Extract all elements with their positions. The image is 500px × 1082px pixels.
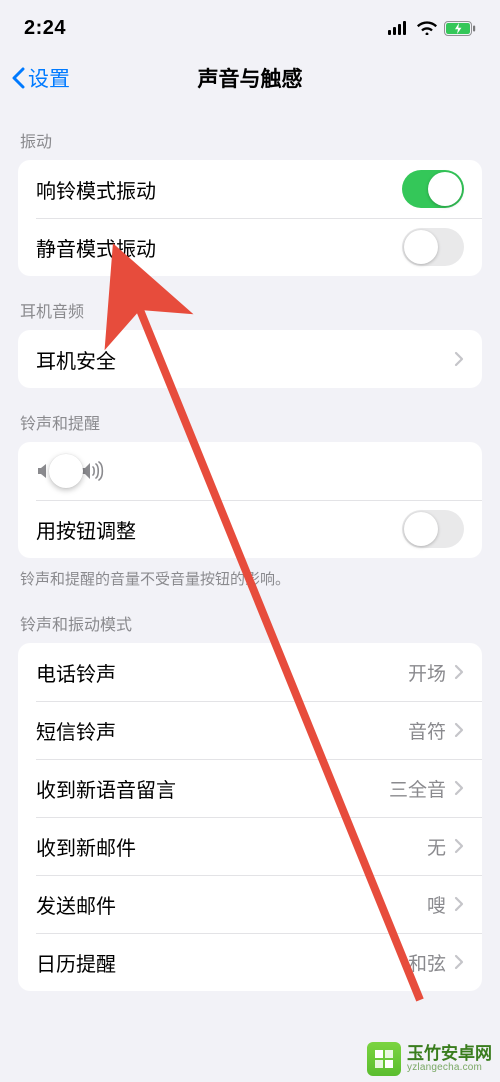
row-new-mail[interactable]: 收到新邮件 无: [18, 817, 482, 875]
row-vibrate-ring[interactable]: 响铃模式振动: [18, 160, 482, 218]
row-value: 和弦: [408, 949, 446, 976]
back-label: 设置: [28, 63, 70, 93]
toggle-vibrate-silent[interactable]: [402, 228, 464, 266]
battery-charging-icon: [444, 21, 476, 36]
chevron-right-icon: [454, 351, 464, 367]
chevron-right-icon: [454, 664, 464, 680]
section-header-vibrate: 振动: [0, 106, 500, 160]
chevron-right-icon: [454, 722, 464, 738]
section-header-ringer: 铃声和提醒: [0, 388, 500, 442]
row-label: 发送邮件: [36, 890, 427, 919]
speaker-high-icon: [80, 461, 104, 481]
row-ringtone[interactable]: 电话铃声 开场: [18, 643, 482, 701]
toggle-button-adjust[interactable]: [402, 510, 464, 548]
chevron-right-icon: [454, 780, 464, 796]
row-value: 开场: [408, 659, 446, 686]
row-label: 用按钮调整: [36, 515, 402, 544]
row-label: 静音模式振动: [36, 233, 402, 262]
row-value: 嗖: [427, 891, 446, 918]
watermark-logo-icon: [367, 1042, 401, 1076]
row-value: 音符: [408, 717, 446, 744]
chevron-right-icon: [454, 954, 464, 970]
row-text-tone[interactable]: 短信铃声 音符: [18, 701, 482, 759]
group-patterns: 电话铃声 开场 短信铃声 音符 收到新语音留言 三全音 收到新邮件 无 发送邮件…: [18, 643, 482, 991]
row-sent-mail[interactable]: 发送邮件 嗖: [18, 875, 482, 933]
nav-bar: 设置 声音与触感: [0, 50, 500, 106]
row-vibrate-silent[interactable]: 静音模式振动: [18, 218, 482, 276]
row-label: 电话铃声: [36, 658, 408, 687]
toggle-vibrate-ring[interactable]: [402, 170, 464, 208]
row-label: 响铃模式振动: [36, 175, 402, 204]
row-label: 耳机安全: [36, 345, 454, 374]
row-value: 三全音: [389, 775, 446, 802]
status-time: 2:24: [24, 17, 66, 40]
row-calendar[interactable]: 日历提醒 和弦: [18, 933, 482, 991]
page-title: 声音与触感: [0, 63, 500, 93]
row-label: 收到新邮件: [36, 832, 427, 861]
status-bar: 2:24: [0, 0, 500, 50]
row-label: 短信铃声: [36, 716, 408, 745]
section-footer-ringer: 铃声和提醒的音量不受音量按钮的影响。: [0, 558, 500, 589]
section-header-patterns: 铃声和振动模式: [0, 589, 500, 643]
signal-icon: [388, 21, 410, 35]
group-headphone: 耳机安全: [18, 330, 482, 388]
row-voicemail[interactable]: 收到新语音留言 三全音: [18, 759, 482, 817]
row-headphone-safety[interactable]: 耳机安全: [18, 330, 482, 388]
row-value: 无: [427, 833, 446, 860]
watermark-url: yzlangecha.com: [407, 1063, 492, 1074]
group-vibrate: 响铃模式振动 静音模式振动: [18, 160, 482, 276]
row-volume-slider[interactable]: [18, 442, 482, 500]
chevron-right-icon: [454, 838, 464, 854]
watermark: 玉竹安卓网 yzlangecha.com: [367, 1042, 492, 1076]
group-ringer: 用按钮调整: [18, 442, 482, 558]
chevron-left-icon: [10, 67, 26, 89]
back-button[interactable]: 设置: [0, 63, 70, 93]
watermark-title: 玉竹安卓网: [407, 1045, 492, 1063]
wifi-icon: [417, 21, 437, 35]
section-header-headphone: 耳机音频: [0, 276, 500, 330]
row-label: 收到新语音留言: [36, 774, 389, 803]
chevron-right-icon: [454, 896, 464, 912]
status-indicators: [388, 21, 476, 36]
row-button-adjust[interactable]: 用按钮调整: [18, 500, 482, 558]
row-label: 日历提醒: [36, 948, 408, 977]
